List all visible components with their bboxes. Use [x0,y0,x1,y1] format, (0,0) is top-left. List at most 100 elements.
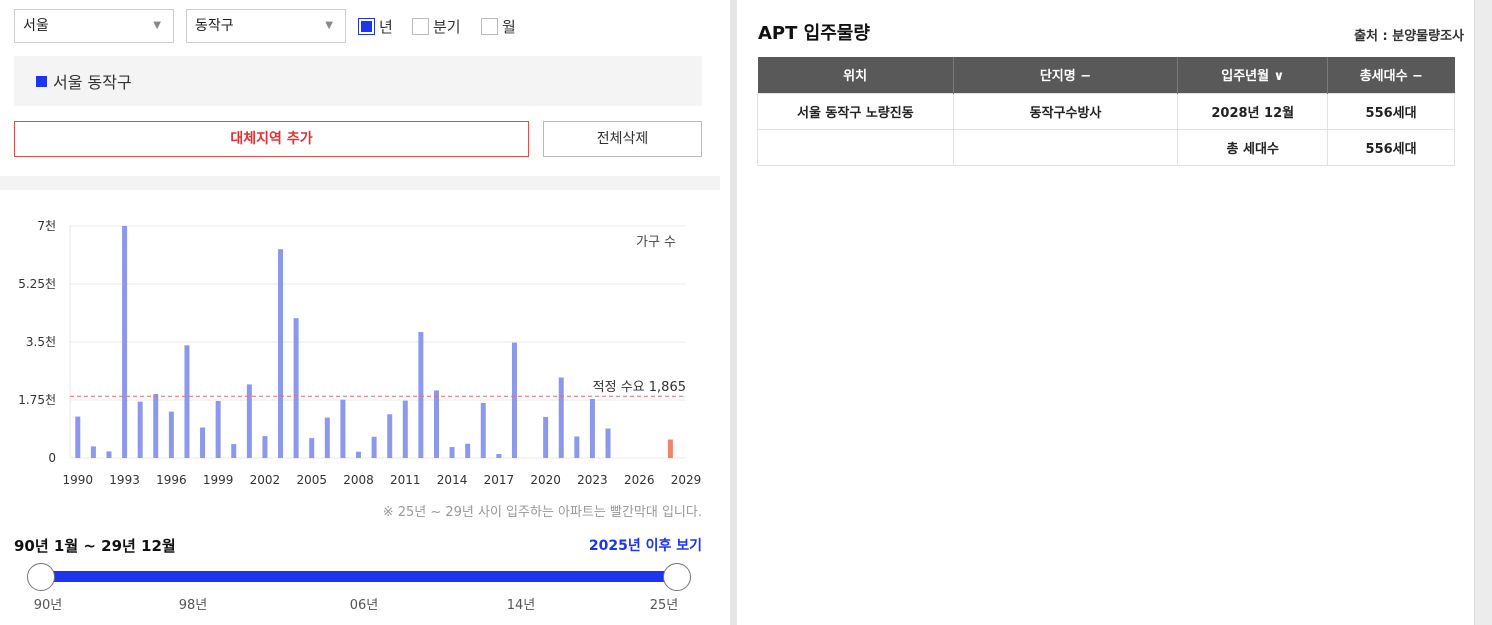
bar [589,399,595,458]
bar [324,417,330,458]
x-tick-label: 2002 [250,473,281,487]
checkbox-icon[interactable] [481,18,498,35]
table-total-row: 총 세대수 556세대 [757,128,1455,166]
apt-supply-panel: APT 입주물량 출처 : 분양물량조사 위치 단지명 − 입주년월 ∨ 총세대… [737,0,1474,625]
period-year-checkbox[interactable]: 년 [358,16,393,37]
bar [168,411,174,458]
bar [153,394,159,458]
view-after-2025-link[interactable]: 2025년 이후 보기 [589,535,702,555]
bar [356,451,362,458]
cell-empty [757,128,954,166]
chart-note: ※ 25년 ~ 29년 사이 입주하는 아파트는 빨간막대 입니다. [382,505,702,520]
selected-region-panel: 서울 동작구 [14,56,702,106]
slider-tick: 14년 [506,598,536,613]
period-month-label: 월 [502,18,516,36]
x-tick-label: 2026 [624,473,655,487]
section-divider [0,176,720,190]
y-tick-label: 1.75천 [18,392,56,407]
bar [200,427,206,458]
bar [418,332,424,458]
cell-empty [952,128,1179,166]
period-quarter-checkbox[interactable]: 분기 [412,16,461,37]
source-label: 출처 : 분양물량조사 [1354,29,1464,44]
delete-all-button[interactable]: 전체삭제 [543,121,702,157]
bar [90,446,96,458]
bar [278,249,284,458]
city-select[interactable]: 서울 ▼ [14,9,174,43]
col-location[interactable]: 위치 [757,57,954,93]
y-tick-label: 7천 [37,218,56,233]
slider-start-handle[interactable] [27,563,55,591]
period-month-checkbox[interactable]: 월 [481,16,516,37]
bar [371,436,377,458]
bar [215,400,221,458]
bar [480,402,486,458]
bar [402,400,408,458]
bar [558,377,564,458]
cell-total-units: 556세대 [1327,92,1455,130]
bar [496,454,502,458]
slider-tick: 25년 [649,598,679,613]
district-select[interactable]: 동작구 ▼ [186,9,346,43]
bar [75,416,81,458]
legend-square-icon [36,75,47,87]
x-tick-label: 1996 [156,473,187,487]
bar [387,414,393,458]
scrollbar[interactable] [1474,0,1492,625]
table-row: 서울 동작구 노량진동 동작구수방사 2028년 12월 556세대 [757,92,1455,130]
bar [667,439,673,458]
bar [543,416,549,458]
checkbox-checked-icon[interactable] [358,18,375,35]
y-tick-label: 3.5천 [26,334,56,349]
bar [122,226,128,458]
col-total-units[interactable]: 총세대수 − [1327,57,1455,93]
x-tick-label: 1990 [63,473,94,487]
cell-total-units: 556세대 [1327,128,1455,166]
x-tick-label: 2020 [530,473,561,487]
panel-divider [730,0,737,625]
bar [449,447,455,458]
bar [465,443,471,458]
x-tick-label: 2017 [484,473,515,487]
y-tick-label: 0 [48,451,56,465]
add-alternate-region-button[interactable]: 대체지역 추가 [14,121,529,157]
cell-complex-name: 동작구수방사 [952,92,1179,130]
x-tick-label: 1993 [109,473,140,487]
col-complex-name[interactable]: 단지명 − [953,57,1179,93]
x-tick-label: 2005 [296,473,327,487]
bar [433,390,439,458]
bar [184,345,190,458]
bar [246,384,252,458]
x-tick-label: 2023 [577,473,608,487]
period-range-label: 90년 1월 ~ 29년 12월 [14,537,176,555]
slider-end-handle[interactable] [663,563,691,591]
cell-total-label: 총 세대수 [1177,128,1329,166]
chevron-down-icon: ▼ [153,20,161,31]
apt-supply-table: 위치 단지명 − 입주년월 ∨ 총세대수 − 서울 동작구 노량진동 동작구수방… [757,57,1455,166]
table-header-row: 위치 단지명 − 입주년월 ∨ 총세대수 − [757,57,1455,93]
bar [293,318,299,458]
apt-supply-title: APT 입주물량 [758,23,870,44]
district-select-value: 동작구 [195,18,234,34]
col-move-in-date[interactable]: 입주년월 ∨ [1177,57,1329,93]
slider-tick: 98년 [178,598,208,613]
bar [574,436,580,458]
reference-line-label: 적정 수요 1,865 [593,380,686,395]
period-quarter-label: 분기 [433,18,461,36]
bar [106,451,112,458]
chevron-down-icon: ▼ [325,20,333,31]
x-tick-label: 2014 [437,473,468,487]
x-tick-label: 1999 [203,473,234,487]
bar [262,436,268,458]
period-range-slider[interactable] [40,571,677,582]
checkbox-icon[interactable] [412,18,429,35]
bar [511,342,517,458]
bar [137,401,143,458]
cell-move-in-date: 2028년 12월 [1177,92,1329,130]
slider-tick: 06년 [349,598,379,613]
bar [231,444,237,458]
x-tick-label: 2029 [671,473,702,487]
selected-region-label: 서울 동작구 [53,73,132,92]
y-tick-label: 5.25천 [18,276,56,291]
cell-location: 서울 동작구 노량진동 [757,92,954,130]
